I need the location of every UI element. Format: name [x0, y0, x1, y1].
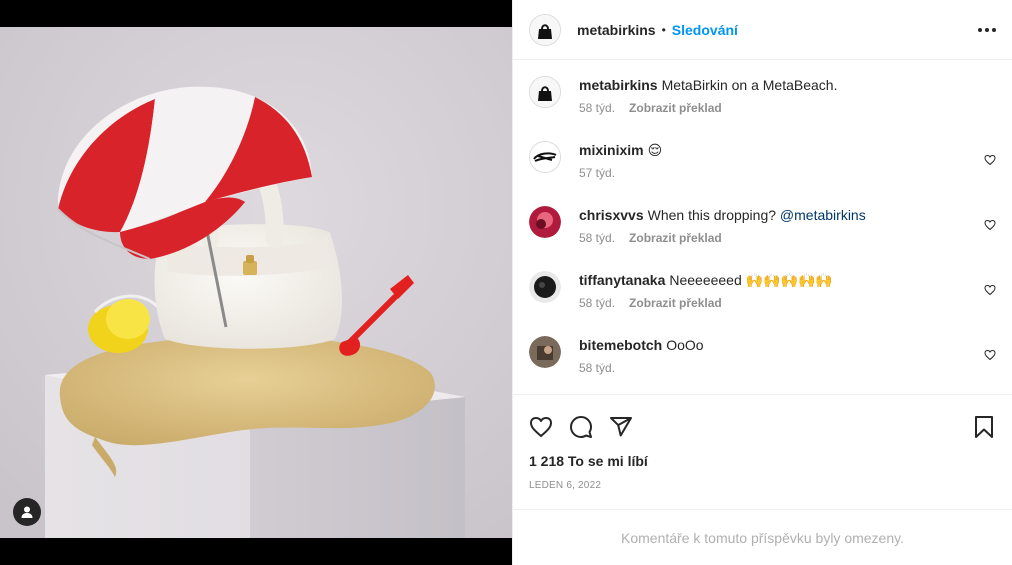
caption-text: MetaBirkin on a MetaBeach.	[661, 77, 838, 93]
comment-like-heart-icon[interactable]	[984, 283, 996, 299]
comment-item: bitemebotch OoOo 58 týd.	[529, 336, 996, 394]
comment-age[interactable]: 58 týd.	[579, 296, 615, 310]
comment-like-heart-icon[interactable]	[984, 218, 996, 234]
comment-text: Neeeeeeed 🙌🙌🙌🙌🙌	[669, 272, 833, 288]
translate-button[interactable]: Zobrazit překlad	[629, 231, 722, 245]
commenter-username[interactable]: chrisxvvs	[579, 207, 644, 223]
comment-text: 😌	[647, 142, 663, 158]
user-tag-icon[interactable]	[13, 498, 41, 526]
comments-list[interactable]: metabirkins MetaBirkin on a MetaBeach. 58…	[513, 60, 1012, 395]
commenter-avatar[interactable]	[529, 206, 561, 238]
more-options-icon[interactable]	[970, 20, 996, 40]
post-sidebar: metabirkins • Sledování metabirkins MetaB…	[512, 0, 1012, 565]
commenter-avatar[interactable]	[529, 336, 561, 368]
comment-text: OoOo	[666, 337, 704, 353]
comment-age[interactable]: 58 týd.	[579, 361, 615, 375]
comment-text: When this dropping?	[647, 207, 780, 223]
separator-dot: •	[661, 22, 666, 37]
post-media[interactable]	[0, 0, 512, 565]
comment-age[interactable]: 58 týd.	[579, 231, 615, 245]
commenter-username[interactable]: mixinixim	[579, 142, 644, 158]
comment-like-heart-icon[interactable]	[984, 348, 996, 364]
author-username[interactable]: metabirkins	[577, 22, 656, 38]
author-avatar[interactable]	[529, 13, 561, 46]
post-dialog: metabirkins • Sledování metabirkins MetaB…	[0, 0, 1012, 565]
share-icon[interactable]	[609, 415, 633, 439]
heart-icon[interactable]	[529, 415, 553, 439]
comment-like-heart-icon[interactable]	[984, 153, 996, 169]
comment-item: tiffanytanaka Neeeeeeed 🙌🙌🙌🙌🙌 58 týd. Zob…	[529, 271, 996, 336]
caption-avatar[interactable]	[529, 76, 561, 108]
caption-age[interactable]: 58 týd.	[579, 101, 615, 115]
post-actions	[513, 395, 1012, 445]
comments-limited-notice: Komentáře k tomuto příspěvku byly omezen…	[513, 509, 1012, 565]
comment-icon[interactable]	[569, 415, 593, 439]
comment-age[interactable]: 57 týd.	[579, 166, 615, 180]
commenter-username[interactable]: tiffanytanaka	[579, 272, 665, 288]
bookmark-icon[interactable]	[972, 415, 996, 439]
commenter-username[interactable]: bitemebotch	[579, 337, 662, 353]
translate-button[interactable]: Zobrazit překlad	[629, 101, 722, 115]
post-date[interactable]: LEDEN 6, 2022	[513, 469, 1012, 491]
follow-button[interactable]: Sledování	[672, 22, 738, 38]
caption: metabirkins MetaBirkin on a MetaBeach. 58…	[529, 76, 996, 141]
comment-item: mixinixim 😌 57 týd.	[529, 141, 996, 206]
likes-count[interactable]: 1 218 To se mi líbí	[513, 445, 1012, 469]
caption-username[interactable]: metabirkins	[579, 77, 658, 93]
post-header: metabirkins • Sledování	[513, 0, 1012, 60]
post-image	[0, 27, 512, 538]
comment-mention-link[interactable]: @metabirkins	[780, 207, 866, 223]
commenter-avatar[interactable]	[529, 141, 561, 173]
translate-button[interactable]: Zobrazit překlad	[629, 296, 722, 310]
comment-item: chrisxvvs When this dropping? @metabirkin…	[529, 206, 996, 271]
commenter-avatar[interactable]	[529, 271, 561, 303]
